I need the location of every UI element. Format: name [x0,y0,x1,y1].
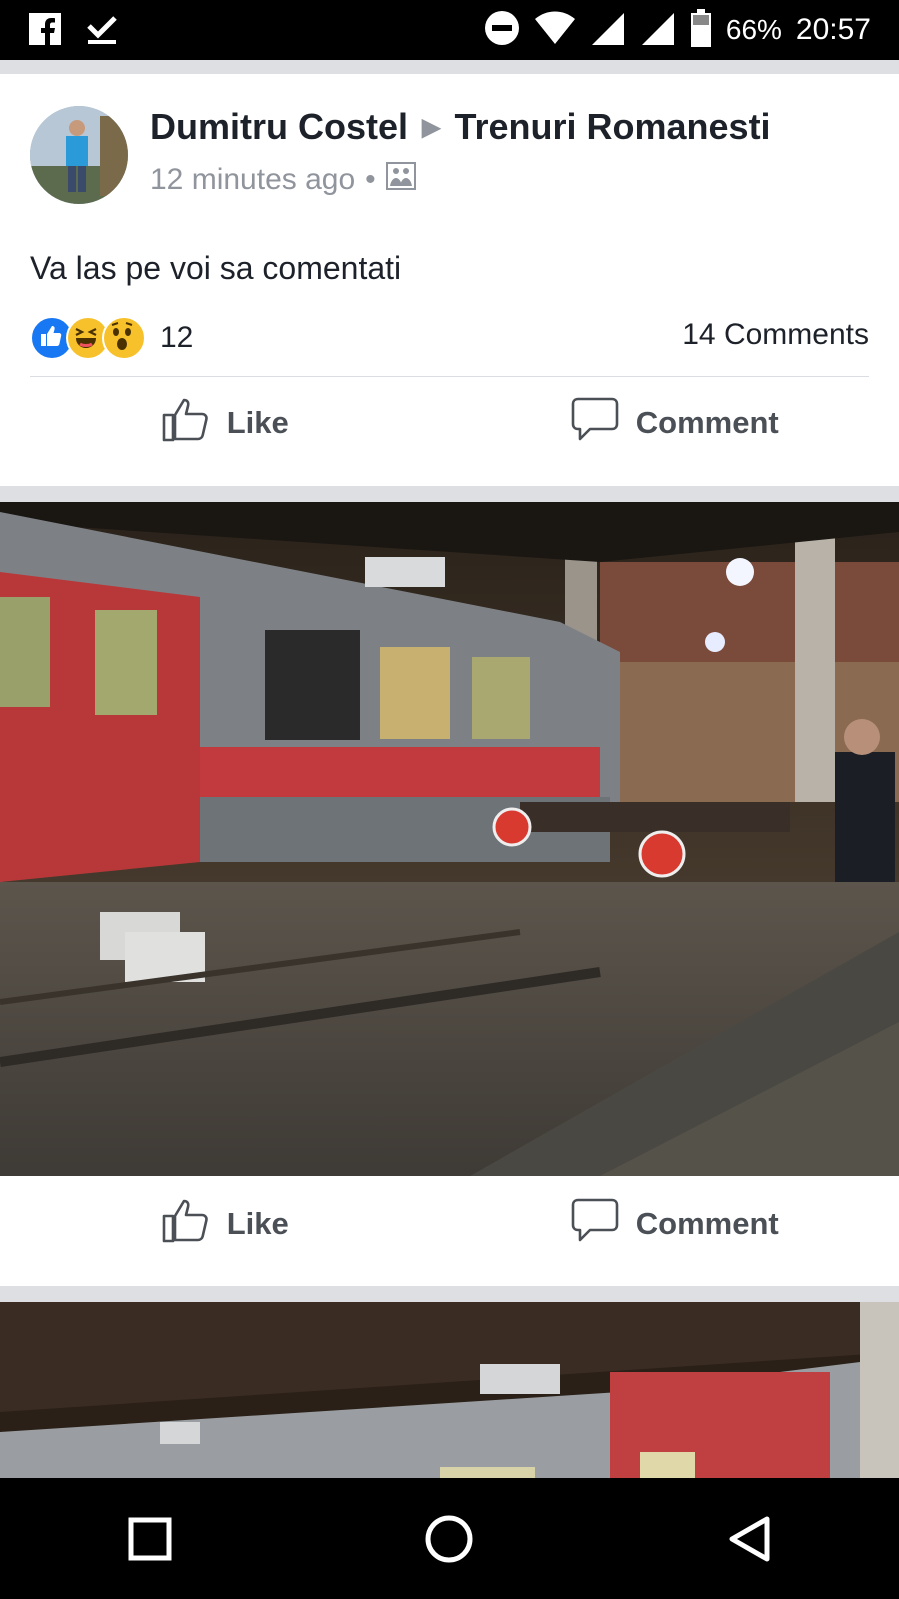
signal-icon-2 [640,11,676,50]
recent-apps-icon[interactable] [120,1509,180,1569]
thumbs-up-icon [161,1196,211,1252]
back-icon[interactable] [719,1509,779,1569]
battery-icon [690,8,712,52]
comments-count-link[interactable]: 14 Comments [682,318,869,352]
avatar[interactable] [30,106,128,204]
reactions-summary[interactable]: 12 [30,316,193,360]
clock: 20:57 [795,13,871,46]
like-label: Like [226,405,289,440]
signal-icon [590,11,626,50]
comment-button[interactable]: Comment [450,375,899,471]
photo-action-bar: Like Comment [0,1176,899,1272]
group-name[interactable]: Trenuri Romanesti [454,106,770,148]
wifi-icon [534,11,576,50]
wow-reaction-icon [102,316,146,360]
post-photo[interactable] [0,502,899,1176]
feed-gap [0,60,899,74]
speech-bubble-icon [570,1196,620,1252]
speech-bubble-icon [570,395,620,451]
home-icon[interactable] [419,1509,479,1569]
post-meta: 12 minutes ago • [150,162,416,198]
reaction-count: 12 [160,321,194,354]
post-author-line: Dumitru Costel ▶ Trenuri Romanesti [150,106,771,148]
download-done-icon [86,12,118,51]
photo-comment-button[interactable]: Comment [450,1176,899,1272]
post-action-bar: Like Comment [0,375,899,471]
comment-label: Comment [635,1206,779,1241]
like-button[interactable]: Like [0,375,450,471]
comment-label: Comment [635,405,779,440]
facebook-icon [28,12,62,51]
post-timestamp[interactable]: 12 minutes ago [150,163,355,197]
post-photo-2[interactable] [0,1302,899,1478]
arrow-right-icon: ▶ [422,113,441,141]
battery-percent: 66% [725,14,782,45]
post-text: Va las pe voi sa comentati [30,250,402,286]
author-name[interactable]: Dumitru Costel [150,106,408,148]
photo-like-button[interactable]: Like [0,1176,450,1272]
photo-album-icon [385,162,416,198]
thumbs-up-icon [161,395,211,451]
like-label: Like [226,1206,289,1241]
meta-separator: • [365,163,376,196]
do-not-disturb-icon [484,10,520,51]
navigation-bar [0,1478,899,1599]
status-bar: 66% 20:57 [0,0,899,60]
